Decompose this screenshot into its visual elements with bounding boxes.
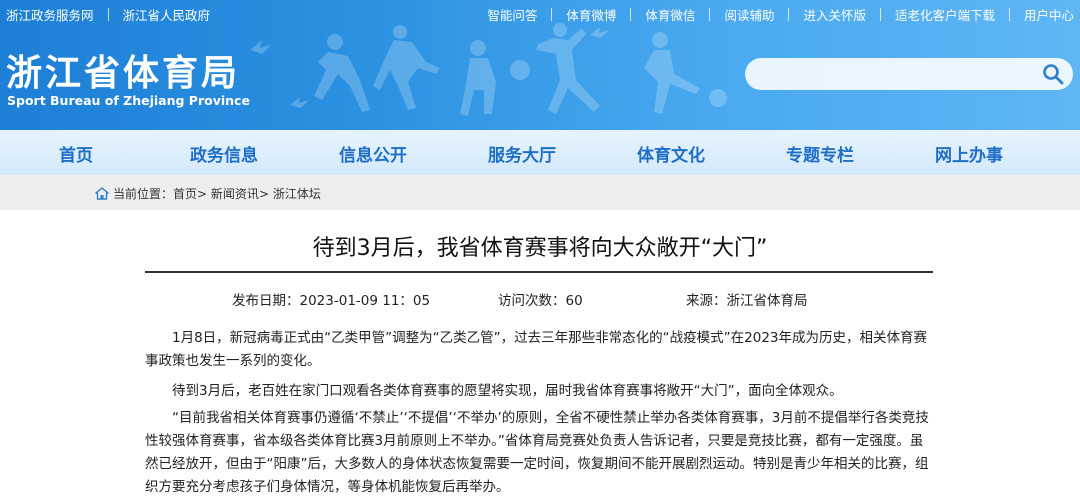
link-zhejiang-gov[interactable]: 浙江省人民政府: [123, 5, 211, 24]
divider: [879, 8, 881, 21]
divider: [709, 8, 711, 21]
main-nav: 首页 政务信息 信息公开 服务大厅 体育文化 专题专栏 网上办事: [0, 130, 1080, 175]
link-user-center[interactable]: 用户中心: [1024, 5, 1074, 24]
article-paragraph: 待到3月后，老百姓在家门口观看各类体育赛事的愿望将实现，届时我省体育赛事将敞开“…: [172, 383, 843, 399]
article-paragraph: 1月8日，新冠病毒正式由“乙类甲管”调整为“乙类乙管”，过去三年那些非常态化的“…: [145, 330, 927, 369]
home-icon: [95, 187, 109, 200]
article-title: 待到3月后，我省体育赛事将向大众敞开“大门”: [312, 236, 768, 261]
breadcrumb: 当前位置： 首页 > 新闻资讯 > 浙江体坛: [95, 185, 321, 202]
athlete-silhouettes-image: [250, 23, 727, 116]
link-sports-wechat[interactable]: 体育微信: [645, 5, 695, 24]
link-elderly-app-download[interactable]: 适老化客户端下载: [895, 5, 995, 24]
top-links-right: 智能问答 体育微博 体育微信 阅读辅助 进入关怀版 适老化客户端下载 用户中心: [487, 5, 1074, 24]
nav-item-home[interactable]: 首页: [59, 141, 93, 166]
title-divider: [145, 271, 933, 273]
breadcrumb-separator: >: [258, 186, 269, 201]
divider: [788, 8, 790, 21]
divider: [551, 8, 553, 21]
top-links-left: 浙江政务服务网 浙江省人民政府: [6, 5, 210, 24]
divider: [107, 8, 109, 21]
link-reading-aid[interactable]: 阅读辅助: [724, 5, 774, 24]
top-links-bar: 浙江政务服务网 浙江省人民政府 智能问答 体育微博 体育微信 阅读辅助 进入关怀…: [0, 0, 1080, 26]
breadcrumb-home[interactable]: 首页: [173, 185, 197, 202]
divider: [630, 8, 632, 21]
search-icon[interactable]: [1041, 62, 1065, 86]
visit-count: 访问次数：60: [498, 293, 583, 309]
nav-item-info-disclosure[interactable]: 信息公开: [339, 141, 407, 166]
breadcrumb-label: 当前位置：: [113, 187, 174, 201]
site-logo-subtitle: Sport Bureau of Zhejiang Province: [7, 93, 250, 108]
nav-item-online-services[interactable]: 网上办事: [935, 141, 1003, 166]
nav-item-sports-culture[interactable]: 体育文化: [637, 141, 705, 166]
divider: [1008, 8, 1010, 21]
header-banner: 浙江政务服务网 浙江省人民政府 智能问答 体育微博 体育微信 阅读辅助 进入关怀…: [0, 0, 1080, 130]
breadcrumb-zhejiang-sports[interactable]: 浙江体坛: [273, 185, 321, 202]
link-sports-weibo[interactable]: 体育微博: [566, 5, 616, 24]
breadcrumb-separator: >: [197, 186, 208, 201]
link-care-mode[interactable]: 进入关怀版: [803, 5, 866, 24]
publish-date: 发布日期：2023-01-09 11：05: [232, 293, 431, 309]
nav-item-service-hall[interactable]: 服务大厅: [488, 141, 556, 166]
link-smart-qa[interactable]: 智能问答: [487, 5, 537, 24]
article-source: 来源：浙江省体育局: [686, 293, 808, 309]
article-paragraph: “目前我省相关体育赛事仍遵循‘不禁止’‘不提倡’‘不举办’的原则，全省不硬性禁止…: [145, 410, 929, 495]
nav-item-special-topics[interactable]: 专题专栏: [786, 141, 854, 166]
breadcrumb-news[interactable]: 新闻资讯: [211, 185, 259, 202]
site-logo-title[interactable]: 浙江省体育局: [6, 44, 240, 96]
nav-item-gov-info[interactable]: 政务信息: [190, 141, 258, 166]
breadcrumb-bar: 当前位置： 首页 > 新闻资讯 > 浙江体坛: [0, 175, 1080, 210]
search-input[interactable]: [745, 58, 1073, 90]
link-zhejiang-gov-service[interactable]: 浙江政务服务网: [6, 5, 94, 24]
